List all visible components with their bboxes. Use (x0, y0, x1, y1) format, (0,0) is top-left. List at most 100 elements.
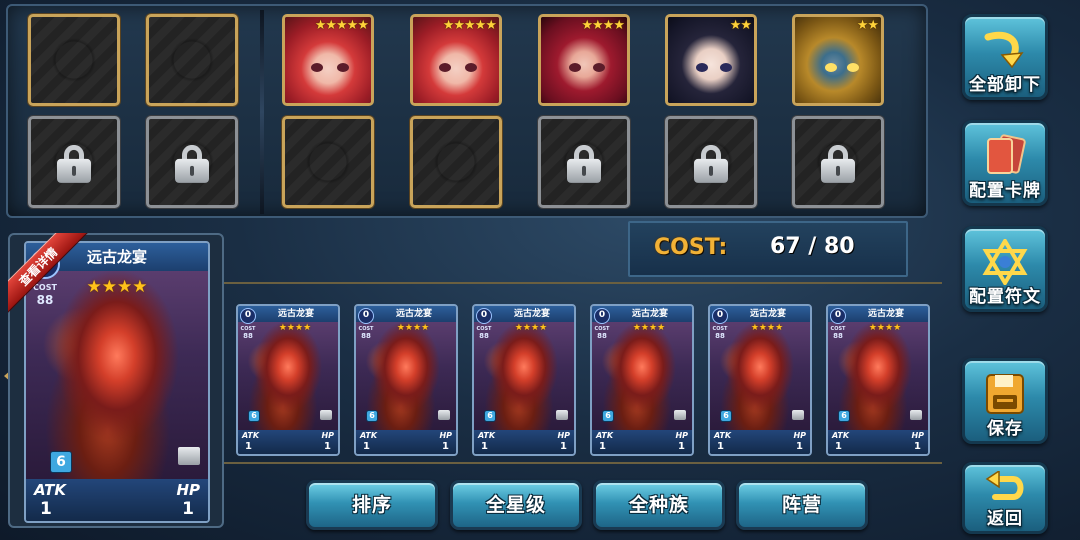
lock-icon (57, 144, 91, 183)
hero-slot-3[interactable]: ★★★★ (538, 14, 630, 106)
hp-value: 1 (678, 441, 685, 452)
view-details-ribbon[interactable]: 查看详情 (8, 233, 96, 321)
race-filter-button[interactable]: 全种族 (593, 480, 725, 530)
card-cost-value: 88 (833, 332, 843, 340)
hero-eye (696, 63, 708, 72)
cards-icon (987, 134, 1026, 174)
hero-star-rating: ★★ (856, 18, 879, 33)
deck-card[interactable]: 远古龙宴 ★★★★ 0 COST 88 6 ATK 1 HP 1 (708, 304, 812, 456)
star-filter-button[interactable]: 全星级 (450, 480, 582, 530)
hero-eye (847, 63, 859, 72)
hp-label: HP (675, 431, 688, 440)
lock-icon (792, 410, 804, 420)
atk-label: ATK (242, 431, 260, 440)
hp-value: 1 (914, 441, 921, 452)
deck-card[interactable]: 远古龙宴 ★★★★ 0 COST 88 6 ATK 1 HP 1 (826, 304, 930, 456)
card-race-badge: 6 (720, 410, 732, 422)
hero-eye (825, 63, 837, 72)
lock-icon (567, 144, 601, 183)
card-race-badge: 6 (366, 410, 378, 422)
atk-label: ATK (596, 431, 614, 440)
hp-value: 1 (442, 441, 449, 452)
config-cards-button[interactable]: 配置卡牌 (962, 120, 1048, 206)
back-label: 返回 (987, 509, 1023, 529)
locked-slot[interactable] (665, 116, 757, 208)
card-cost-circle: 0 (712, 308, 728, 324)
hp-value: 1 (324, 441, 331, 452)
lock-icon (175, 144, 209, 183)
atk-value: 1 (481, 441, 488, 452)
card-cost-circle: 0 (830, 308, 846, 324)
selected-card-panel: 远古龙宴 ★★★★ 0 COST 88 6 ATK 1 HP 1 查看详情 (8, 233, 224, 528)
hp-value: 1 (796, 441, 803, 452)
card-cost-value: 88 (715, 332, 725, 340)
hero-star-rating: ★★ (729, 18, 752, 33)
empty-slot[interactable] (410, 116, 502, 208)
atk-value: 1 (363, 441, 370, 452)
card-cost-circle: 0 (358, 308, 374, 324)
card-race-badge: 6 (838, 410, 850, 422)
sort-button[interactable]: 排序 (306, 480, 438, 530)
hero-eye (720, 63, 732, 72)
deck-card[interactable]: 远古龙宴 ★★★★ 0 COST 88 6 ATK 1 HP 1 (354, 304, 458, 456)
leader-slot-2[interactable] (146, 14, 238, 106)
return-arrow-icon (985, 471, 1024, 500)
lock-icon (178, 447, 200, 465)
config-runes-button[interactable]: 配置符文 (962, 226, 1048, 312)
locked-slot[interactable] (28, 116, 120, 208)
hero-slot-1[interactable]: ★★★★★ (282, 14, 374, 106)
lock-icon (821, 144, 855, 183)
hp-label: HP (176, 481, 200, 499)
hp-value: 1 (560, 441, 567, 452)
hero-slot-2[interactable]: ★★★★★ (410, 14, 502, 106)
hero-eye (439, 63, 451, 72)
card-race-badge: 6 (602, 410, 614, 422)
cost-bar: COST: 67 / 80 (628, 221, 908, 277)
deck-card[interactable]: 远古龙宴 ★★★★ 0 COST 88 6 ATK 1 HP 1 (472, 304, 576, 456)
atk-label: ATK (34, 481, 67, 499)
card-stats: ATK 1 HP 1 (474, 430, 574, 454)
locked-slot[interactable] (538, 116, 630, 208)
deck-card[interactable]: 远古龙宴 ★★★★ 0 COST 88 6 ATK 1 HP 1 (236, 304, 340, 456)
lock-icon (694, 144, 728, 183)
atk-label: ATK (714, 431, 732, 440)
leader-slot-1[interactable] (28, 14, 120, 106)
hero-eye (311, 63, 323, 72)
card-cost-value: 88 (479, 332, 489, 340)
atk-value: 1 (40, 499, 52, 519)
floppy-disk-icon (986, 374, 1024, 414)
atk-value: 1 (599, 441, 606, 452)
locked-slot[interactable] (792, 116, 884, 208)
curved-arrow-down-icon (984, 31, 1024, 69)
lock-icon (320, 410, 332, 420)
atk-label: ATK (478, 431, 496, 440)
hero-eye (569, 63, 581, 72)
lock-icon (910, 410, 922, 420)
locked-slot[interactable] (146, 116, 238, 208)
atk-label: ATK (832, 431, 850, 440)
card-stats: ATK 1 HP 1 (592, 430, 692, 454)
back-button[interactable]: 返回 (962, 462, 1048, 534)
hero-eye (337, 63, 349, 72)
card-cost-value: 88 (597, 332, 607, 340)
hero-slot-4[interactable]: ★★ (665, 14, 757, 106)
hero-eye (465, 63, 477, 72)
cost-value: 67 / 80 (770, 234, 855, 259)
card-stats: ATK 1 HP 1 (828, 430, 928, 454)
hero-eye (593, 63, 605, 72)
cost-label: COST: (654, 235, 728, 260)
hp-label: HP (321, 431, 334, 440)
lock-icon (674, 410, 686, 420)
config-runes-label: 配置符文 (969, 287, 1041, 307)
save-button[interactable]: 保存 (962, 358, 1048, 444)
hp-label: HP (439, 431, 452, 440)
faction-filter-button[interactable]: 阵营 (736, 480, 868, 530)
empty-slot[interactable] (282, 116, 374, 208)
unequip-all-button[interactable]: 全部卸下 (962, 14, 1048, 100)
hero-star-rating: ★★★★★ (442, 18, 497, 33)
card-stats: ATK 1 HP 1 (710, 430, 810, 454)
view-details-label: 查看详情 (8, 233, 89, 318)
hero-slot-5[interactable]: ★★ (792, 14, 884, 106)
card-cost-value: 88 (361, 332, 371, 340)
deck-card[interactable]: 远古龙宴 ★★★★ 0 COST 88 6 ATK 1 HP 1 (590, 304, 694, 456)
